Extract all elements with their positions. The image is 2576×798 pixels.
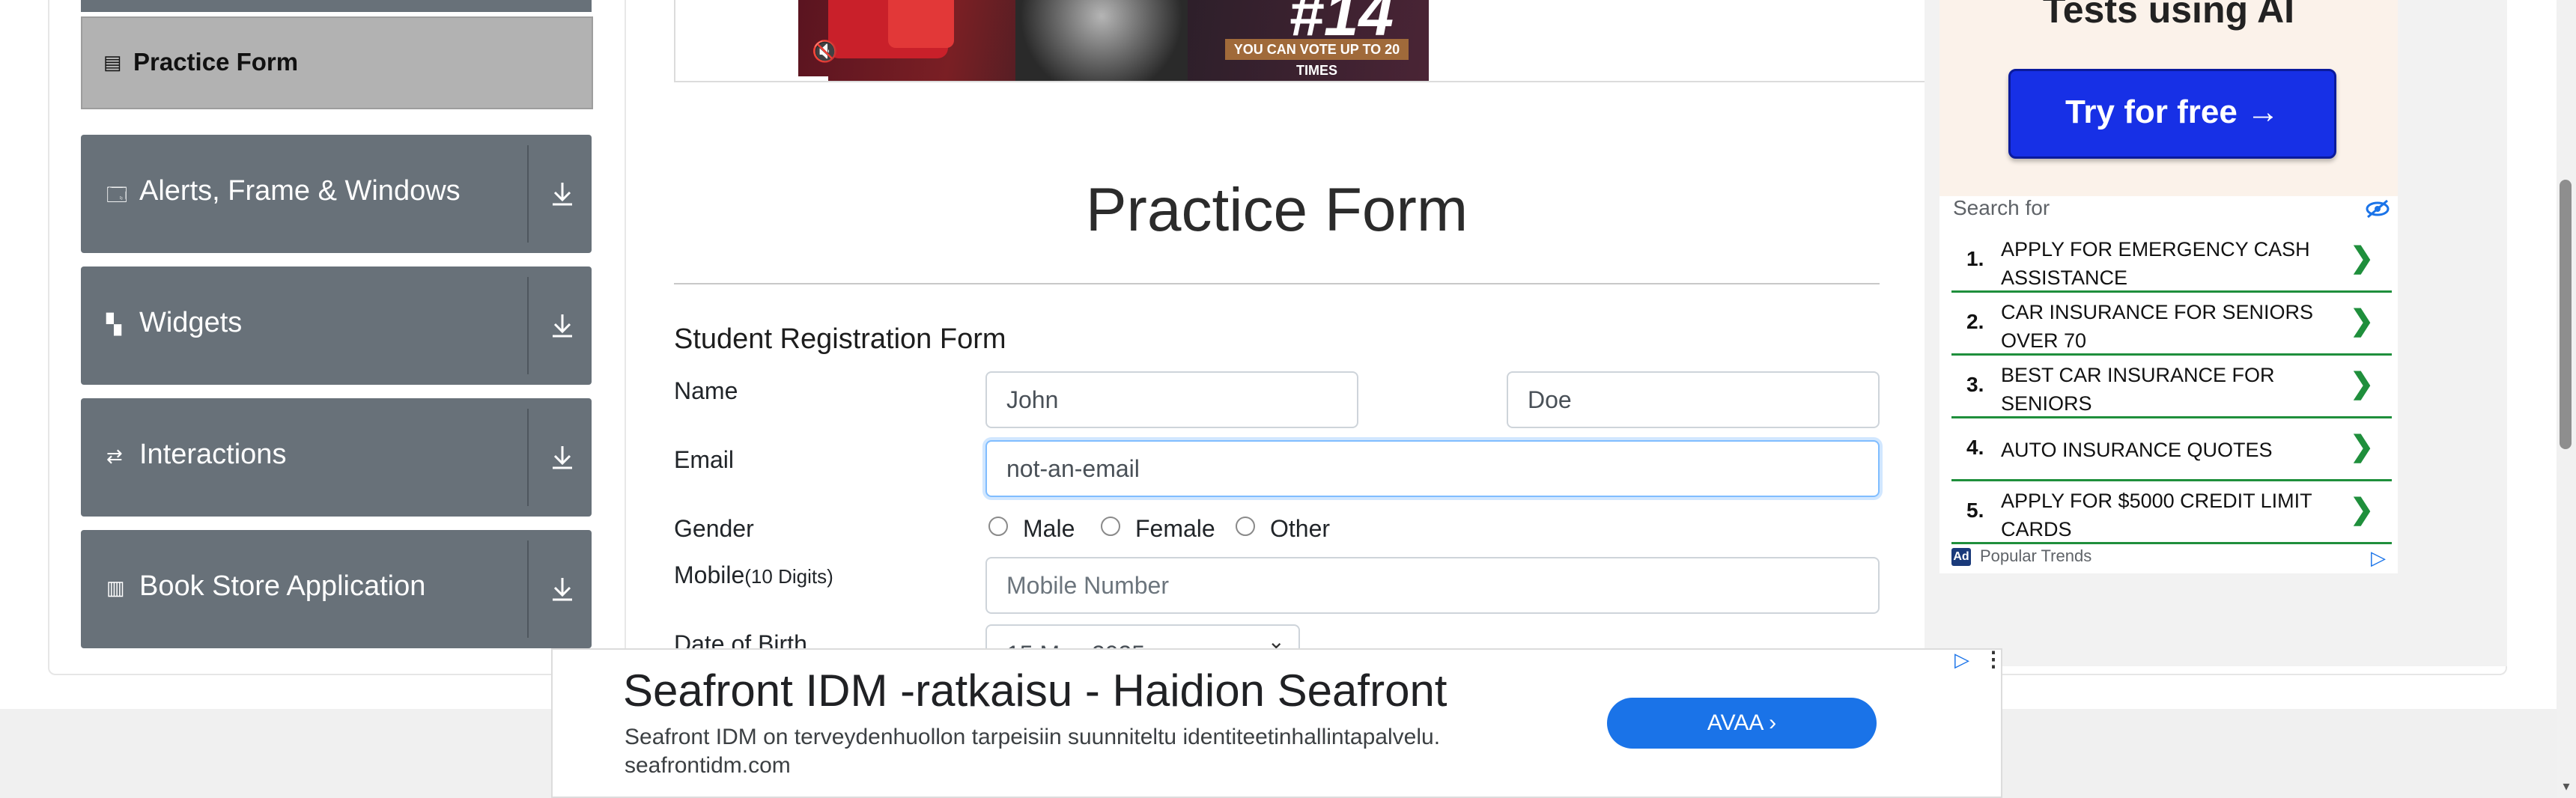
- gender-other-radio[interactable]: [1236, 517, 1255, 536]
- group-separator: [527, 409, 529, 506]
- chevron-right-icon: ❯: [2350, 243, 2374, 274]
- chevron-right-icon: ❯: [2350, 368, 2374, 400]
- video-figure: [1015, 0, 1188, 81]
- search-result-2[interactable]: 2. CAR INSURANCE FOR SENIORS OVER 70 ❯: [1951, 292, 2392, 356]
- result-number: 3.: [1966, 373, 1984, 396]
- interactions-icon: ⇄: [106, 445, 123, 467]
- scroll-down-arrow-icon[interactable]: ▾: [2558, 779, 2575, 795]
- bottom-ad-title[interactable]: Seafront IDM -ratkaisu - Haidion Seafron…: [623, 665, 1447, 716]
- sidebar-group-label: Book Store Application: [139, 570, 426, 602]
- video-progress[interactable]: [798, 76, 828, 81]
- mobile-label: Mobile(10 Digits): [674, 561, 833, 589]
- title-divider: [674, 283, 1880, 284]
- sidebar-item-practice-form[interactable]: ▤ Practice Form: [81, 16, 593, 109]
- video-ad[interactable]: #14 YOU CAN VOTE UP TO 20 TIMES 🔇: [798, 0, 1429, 81]
- sidebar-group-alerts[interactable]: 🗔 Alerts, Frame & Windows: [81, 135, 592, 253]
- adchoices-icon[interactable]: ▷: [1954, 648, 1969, 671]
- gender-male-label[interactable]: Male: [1023, 515, 1075, 543]
- bottom-ad-url[interactable]: seafrontidm.com: [625, 753, 791, 779]
- mobile-label-text: Mobile: [674, 561, 745, 588]
- email-label: Email: [674, 446, 735, 473]
- download-icon[interactable]: [547, 178, 578, 210]
- avaa-button-label: AVAA: [1707, 710, 1763, 735]
- mute-icon[interactable]: 🔇: [812, 39, 838, 64]
- gender-other-label[interactable]: Other: [1270, 515, 1330, 543]
- sidebar-item-forms-header[interactable]: [81, 0, 592, 12]
- sidebar-group-label: Interactions: [139, 439, 287, 470]
- sidebar-group-label: Widgets: [139, 307, 243, 338]
- result-text: APPLY FOR $5000 CREDIT LIMIT CARDS: [2001, 490, 2312, 540]
- sidebar-group-label: Alerts, Frame & Windows: [139, 175, 461, 207]
- scrollbar-thumb[interactable]: [2560, 180, 2572, 449]
- download-icon[interactable]: [547, 310, 578, 341]
- sidebar-group-widgets[interactable]: ▚ Widgets: [81, 266, 592, 385]
- search-result-1[interactable]: 1. APPLY FOR EMERGENCY CASH ASSISTANCE ❯: [1951, 229, 2392, 293]
- download-icon[interactable]: [547, 442, 578, 473]
- sidebar-item-label: Practice Form: [133, 48, 299, 76]
- last-name-input[interactable]: [1507, 371, 1880, 428]
- mobile-input[interactable]: [985, 557, 1880, 614]
- form-subtitle: Student Registration Form: [674, 323, 1006, 355]
- avaa-button[interactable]: AVAA ›: [1607, 698, 1877, 749]
- email-input[interactable]: [985, 440, 1880, 497]
- result-number: 4.: [1966, 436, 1984, 459]
- ad-headline: Tests using AI: [2042, 0, 2295, 31]
- result-text: CAR INSURANCE FOR SENIORS OVER 70: [2001, 301, 2314, 352]
- result-number: 1.: [1966, 247, 1984, 270]
- html5-icon: ▤: [103, 51, 122, 73]
- popular-trends-label[interactable]: Popular Trends: [1980, 546, 2092, 566]
- chevron-right-icon: ❯: [2350, 431, 2374, 463]
- result-number: 2.: [1966, 310, 1984, 333]
- sidebar-group-interactions[interactable]: ⇄ Interactions: [81, 398, 592, 517]
- gender-male-radio[interactable]: [988, 517, 1008, 536]
- search-result-5[interactable]: 5. APPLY FOR $5000 CREDIT LIMIT CARDS ❯: [1951, 481, 2392, 544]
- group-separator: [527, 145, 529, 243]
- chevron-right-icon: ❯: [2350, 305, 2374, 337]
- book-store-icon: ▥: [106, 576, 125, 599]
- adchoices-icon[interactable]: ▷: [2371, 546, 2386, 570]
- page-title: Practice Form: [1085, 176, 1468, 244]
- result-text: APPLY FOR EMERGENCY CASH ASSISTANCE: [2001, 238, 2310, 289]
- group-separator: [527, 540, 529, 638]
- chevron-right-icon: ❯: [2350, 494, 2374, 526]
- mobile-hint: (10 Digits): [744, 565, 833, 588]
- ad-badge: Ad: [1951, 548, 1971, 566]
- result-text: BEST CAR INSURANCE FOR SENIORS: [2001, 364, 2275, 415]
- first-name-input[interactable]: [985, 371, 1358, 428]
- gender-female-label[interactable]: Female: [1135, 515, 1215, 543]
- gender-label: Gender: [674, 515, 754, 542]
- search-result-3[interactable]: 3. BEST CAR INSURANCE FOR SENIORS ❯: [1951, 355, 2392, 418]
- download-icon[interactable]: [547, 573, 578, 605]
- result-text: AUTO INSURANCE QUOTES: [2001, 439, 2273, 461]
- more-options-icon[interactable]: ⋮: [1983, 647, 2004, 671]
- name-label: Name: [674, 377, 738, 404]
- sidebar-group-book-store[interactable]: ▥ Book Store Application: [81, 530, 592, 648]
- hide-eye-icon[interactable]: [2365, 199, 2390, 219]
- sidebar-divider: [625, 0, 626, 674]
- try-for-free-button[interactable]: Try for free →: [2008, 69, 2336, 159]
- widgets-icon: ▚: [106, 313, 121, 335]
- result-number: 5.: [1966, 499, 1984, 522]
- search-result-4[interactable]: 4. AUTO INSURANCE QUOTES ❯: [1951, 418, 2392, 481]
- chevron-right-icon: ›: [1769, 710, 1777, 735]
- video-red-box: [888, 0, 954, 48]
- group-separator: [527, 277, 529, 374]
- bottom-ad-description: Seafront IDM on terveydenhuollon tarpeis…: [625, 725, 1441, 749]
- gender-female-radio[interactable]: [1101, 517, 1120, 536]
- search-for-label: Search for: [1953, 196, 2050, 219]
- window-icon: 🗔: [106, 183, 128, 206]
- video-vote-banner: YOU CAN VOTE UP TO 20 TIMES: [1225, 39, 1409, 78]
